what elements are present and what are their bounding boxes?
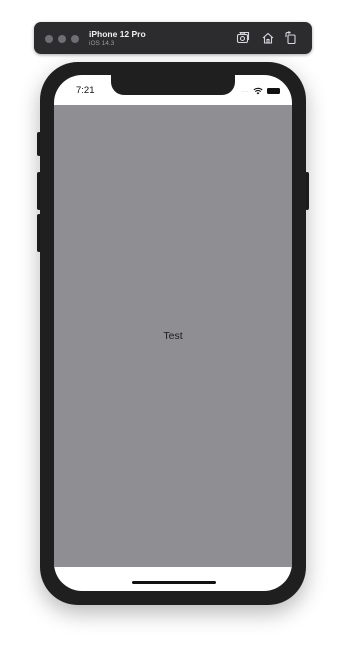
- battery-icon: [267, 88, 280, 94]
- window-controls: [45, 35, 79, 43]
- notch: [111, 75, 235, 95]
- simulator-toolbar: iPhone 12 Pro iOS 14.3: [34, 22, 312, 54]
- simulator-window: iPhone 12 Pro iOS 14.3 7:21 .... Test: [0, 0, 346, 650]
- device-name: iPhone 12 Pro: [89, 29, 146, 39]
- home-icon[interactable]: [261, 31, 275, 45]
- device-screen: 7:21 .... Test: [54, 75, 292, 591]
- content-label: Test: [163, 330, 183, 342]
- close-window-dot[interactable]: [45, 35, 53, 43]
- zoom-window-dot[interactable]: [71, 35, 79, 43]
- rotate-icon[interactable]: [284, 31, 298, 45]
- status-time: 7:21: [76, 85, 95, 96]
- app-content-view: Test: [54, 105, 292, 567]
- os-version: iOS 14.3: [89, 40, 115, 47]
- minimize-window-dot[interactable]: [58, 35, 66, 43]
- cellular-signal-icon: ....: [241, 87, 249, 94]
- screenshot-icon[interactable]: [236, 31, 250, 45]
- wifi-icon: [253, 87, 263, 95]
- home-indicator[interactable]: [132, 581, 216, 584]
- status-indicators: ....: [241, 87, 280, 95]
